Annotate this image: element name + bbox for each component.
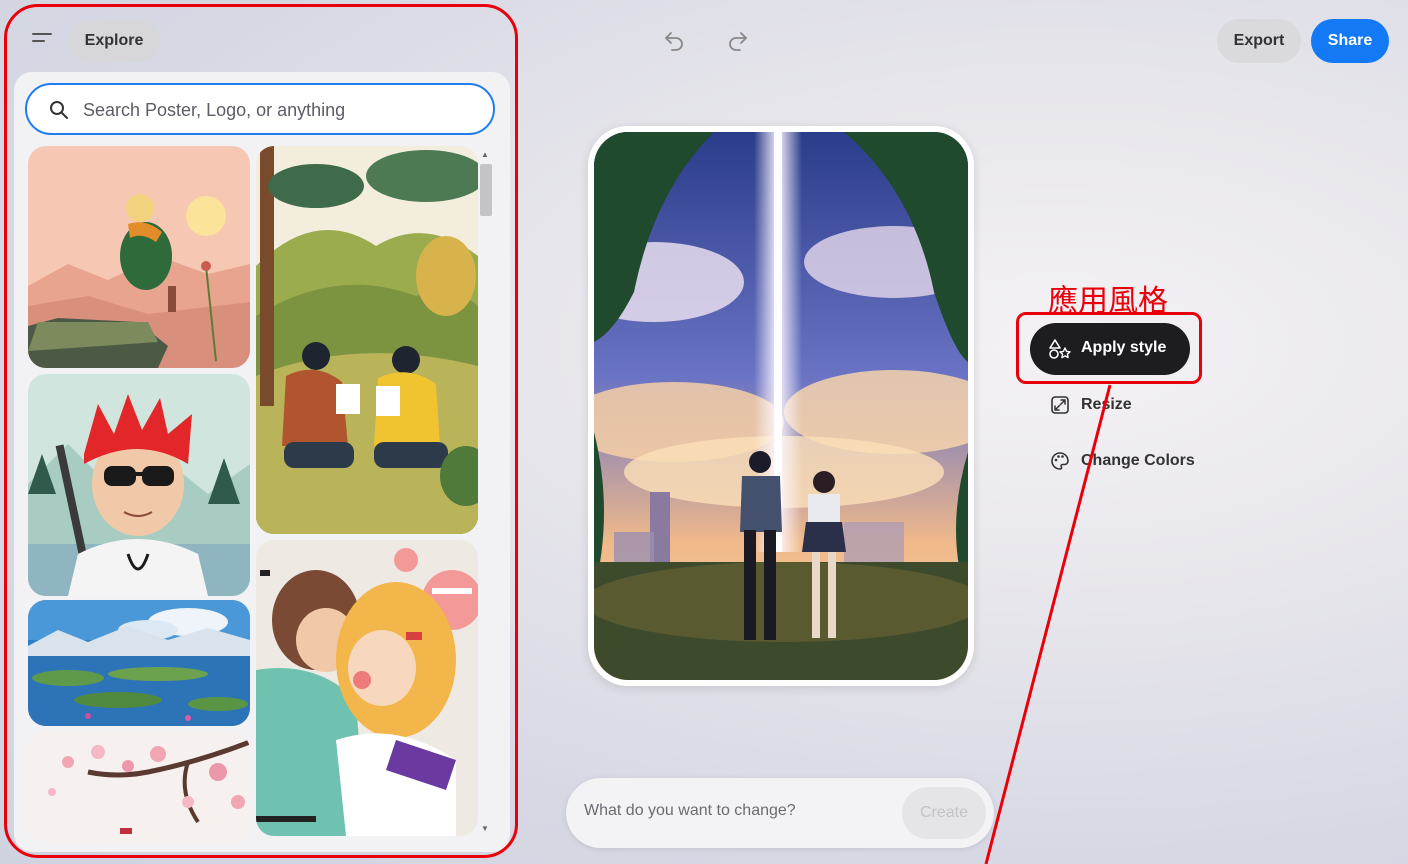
canvas-artwork[interactable]: [588, 126, 974, 686]
annotation-highlight-explore-panel: [4, 4, 518, 858]
palette-icon: [1051, 452, 1069, 470]
redo-icon[interactable]: [726, 28, 750, 52]
resize-label: Resize: [1081, 396, 1132, 413]
prompt-input[interactable]: [584, 802, 884, 820]
export-button[interactable]: Export: [1217, 19, 1301, 63]
change-colors-label: Change Colors: [1081, 452, 1195, 469]
apply-style-button[interactable]: Apply style: [1030, 323, 1190, 375]
undo-icon[interactable]: [662, 28, 686, 52]
prompt-bar: Create: [566, 778, 994, 848]
resize-icon: [1051, 396, 1069, 414]
create-button[interactable]: Create: [902, 787, 986, 839]
shapes-icon: [1049, 339, 1071, 359]
apply-style-label: Apply style: [1081, 339, 1167, 356]
share-button[interactable]: Share: [1311, 19, 1389, 63]
